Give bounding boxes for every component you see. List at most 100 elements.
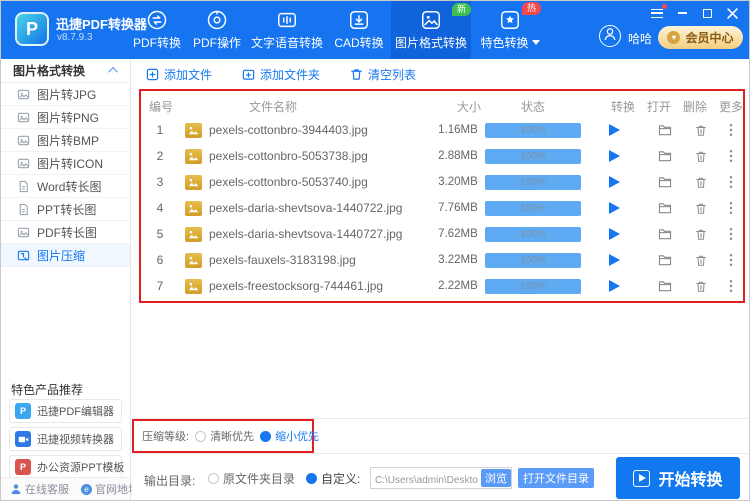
- tab-text-speech[interactable]: 文字语音转换: [247, 1, 327, 59]
- tab-pdf-convert[interactable]: PDF转换: [127, 1, 187, 59]
- file-size: 1.16MB: [431, 117, 485, 143]
- more-button[interactable]: [719, 247, 743, 273]
- clear-list-button[interactable]: 清空列表: [350, 66, 416, 83]
- more-vertical-icon: [729, 227, 733, 241]
- sidebar-item-word-to-image[interactable]: Word转长图: [1, 175, 130, 198]
- sidebar-item-pdf-to-image[interactable]: PDF转长图: [1, 221, 130, 244]
- trash-icon: [695, 150, 707, 163]
- radio-selected-icon[interactable]: [306, 473, 317, 484]
- convert-play-button[interactable]: [609, 176, 620, 188]
- sidebar-item-image-to-jpg[interactable]: 图片转JPG: [1, 83, 130, 106]
- username[interactable]: 哈哈: [628, 30, 652, 47]
- row-number: 2: [141, 143, 179, 169]
- user-avatar[interactable]: [599, 25, 621, 47]
- more-button[interactable]: [719, 143, 743, 169]
- progress-bar: 100%: [485, 201, 581, 216]
- tab-pdf-operate[interactable]: PDF操作: [187, 1, 247, 59]
- open-folder-button[interactable]: [647, 195, 683, 221]
- table-row: 2 pexels-cottonbro-5053738.jpg 2.88MB 10…: [141, 143, 743, 169]
- open-folder-button[interactable]: [647, 117, 683, 143]
- radio-custom-folder[interactable]: 自定义:: [306, 470, 360, 487]
- vip-center-button[interactable]: ♥ 会员中心: [658, 26, 743, 49]
- more-button[interactable]: [719, 169, 743, 195]
- app-menu-button[interactable]: [650, 7, 664, 19]
- add-file-button[interactable]: 添加文件: [146, 66, 212, 83]
- output-path-wrap: 浏览: [370, 467, 512, 489]
- column-header-open: 打开: [647, 98, 671, 115]
- delete-button[interactable]: [683, 143, 719, 169]
- more-button[interactable]: [719, 273, 743, 299]
- delete-button[interactable]: [683, 221, 719, 247]
- sidebar-section-title: 图片格式转换: [13, 62, 85, 79]
- tab-image-format[interactable]: 新 图片格式转换: [391, 1, 471, 59]
- maximize-icon: [703, 9, 712, 18]
- app-window: P 迅捷PDF转换器 v8.7.9.3 PDF转换 PDF操作 文字语音转换: [0, 0, 750, 501]
- image-file-icon: [185, 175, 202, 190]
- sidebar-item-ppt-to-image[interactable]: PPT转长图: [1, 198, 130, 221]
- delete-button[interactable]: [683, 169, 719, 195]
- sidebar-item-image-to-bmp[interactable]: 图片转BMP: [1, 129, 130, 152]
- convert-play-button[interactable]: [609, 228, 620, 240]
- radio-selected-icon[interactable]: [260, 431, 271, 442]
- sidebar-section-header[interactable]: 图片格式转换: [1, 59, 130, 83]
- add-folder-button[interactable]: 添加文件夹: [242, 66, 320, 83]
- open-folder-button[interactable]: [647, 143, 683, 169]
- column-header-filename: 文件名称: [249, 98, 297, 115]
- row-thumb: [179, 195, 207, 221]
- row-number: 5: [141, 221, 179, 247]
- table-row: 6 pexels-fauxels-3183198.jpg 3.22MB 100%: [141, 247, 743, 273]
- tab-label: 特色转换: [480, 34, 539, 51]
- sidebar-item-image-compress[interactable]: 图片压缩: [1, 244, 130, 267]
- radio-size-first[interactable]: 缩小优先: [260, 428, 319, 444]
- more-button[interactable]: [719, 117, 743, 143]
- row-thumb: [179, 247, 207, 273]
- open-directory-button[interactable]: 打开文件目录: [518, 468, 594, 488]
- app-version: v8.7.9.3: [57, 32, 93, 43]
- maximize-button[interactable]: [700, 7, 714, 19]
- sidebar-item-image-to-icon[interactable]: 图片转ICON: [1, 152, 130, 175]
- more-button[interactable]: [719, 195, 743, 221]
- folder-icon: [658, 124, 672, 136]
- delete-button[interactable]: [683, 273, 719, 299]
- radio-source-folder[interactable]: 原文件夹目录: [208, 470, 295, 487]
- close-button[interactable]: [725, 7, 739, 19]
- radio-unselected-icon[interactable]: [208, 473, 219, 484]
- website-link[interactable]: e 官网地址: [81, 481, 139, 497]
- more-button[interactable]: [719, 221, 743, 247]
- folder-icon: [658, 202, 672, 214]
- file-size: 2.22MB: [431, 273, 485, 299]
- delete-button[interactable]: [683, 195, 719, 221]
- convert-play-button[interactable]: [609, 202, 620, 214]
- convert-play-button[interactable]: [609, 254, 620, 266]
- product-pdf-editor[interactable]: P 迅捷PDF编辑器: [9, 399, 122, 423]
- minimize-button[interactable]: [675, 7, 689, 19]
- start-convert-button[interactable]: 开始转换: [616, 457, 740, 499]
- delete-button[interactable]: [683, 247, 719, 273]
- image-file-icon: [185, 279, 202, 294]
- app-logo: P: [15, 12, 49, 46]
- radio-unselected-icon[interactable]: [195, 431, 206, 442]
- convert-play-button[interactable]: [609, 150, 620, 162]
- column-header-size: 大小: [457, 98, 481, 115]
- open-folder-button[interactable]: [647, 221, 683, 247]
- product-video-converter[interactable]: 迅捷视频转换器: [9, 427, 122, 451]
- browse-button[interactable]: 浏览: [481, 469, 511, 487]
- sidebar-item-image-to-png[interactable]: 图片转PNG: [1, 106, 130, 129]
- tab-cad-convert[interactable]: CAD转换: [327, 1, 391, 59]
- tab-special-convert[interactable]: 热 特色转换: [471, 1, 549, 59]
- progress-bar: 100%: [485, 279, 581, 294]
- table-rows: 1 pexels-cottonbro-3944403.jpg 1.16MB 10…: [141, 117, 743, 299]
- output-bar: 输出目录: 原文件夹目录 自定义: 浏览 打开文件目录 开始转换: [132, 454, 749, 501]
- row-thumb: [179, 169, 207, 195]
- open-folder-button[interactable]: [647, 273, 683, 299]
- convert-play-button[interactable]: [609, 124, 620, 136]
- open-folder-button[interactable]: [647, 169, 683, 195]
- customer-service-link[interactable]: 在线客服: [10, 481, 69, 497]
- vip-label: 会员中心: [685, 29, 733, 46]
- delete-button[interactable]: [683, 117, 719, 143]
- open-folder-button[interactable]: [647, 247, 683, 273]
- product-ppt-template[interactable]: P 办公资源PPT模板: [9, 455, 122, 479]
- convert-play-button[interactable]: [609, 280, 620, 292]
- radio-clarity-first[interactable]: 清晰优先: [195, 428, 254, 444]
- progress-bar: 100%: [485, 253, 581, 268]
